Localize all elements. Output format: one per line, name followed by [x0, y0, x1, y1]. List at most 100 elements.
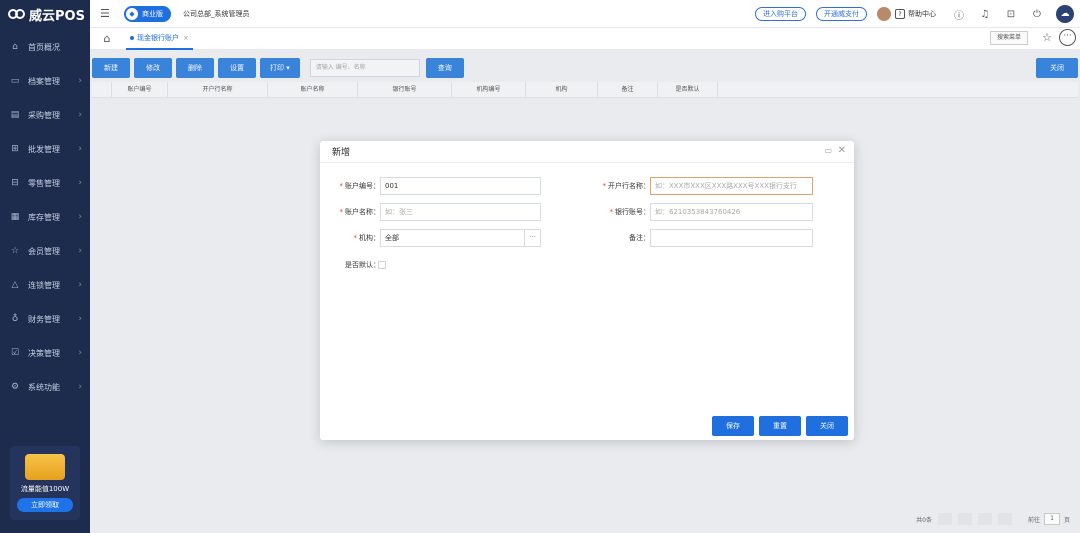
member-icon: ☆ [10, 246, 20, 256]
org-select-field[interactable]: 全部 ··· [380, 229, 541, 247]
menu-collapse-icon[interactable]: ☰ [100, 7, 114, 20]
sidebar-item-inventory[interactable]: ▦ 库存管理 › [0, 200, 90, 234]
logo-icon [8, 8, 26, 20]
sidebar-item-member[interactable]: ☆ 会员管理 › [0, 234, 90, 268]
chevron-right-icon: › [78, 76, 82, 86]
close-button[interactable]: 关闭 [806, 416, 848, 436]
chevron-right-icon: › [78, 212, 82, 222]
bank-name-field[interactable]: 如：XXX市XXX区XXX路XXX号XXX银行支行 [650, 177, 813, 195]
chevron-right-icon: › [78, 314, 82, 324]
chain-icon: △ [11, 280, 19, 290]
sidebar-item-system[interactable]: ⚙ 系统功能 › [0, 370, 90, 404]
home-tab-icon[interactable]: ⌂ [100, 32, 114, 45]
sidebar-item-label: 档案管理 [28, 76, 60, 86]
ellipsis-icon[interactable]: ··· [524, 230, 540, 246]
promo-card: 流量能值100W 立即领取 [10, 446, 80, 520]
diamond-icon: ◆ [126, 7, 138, 20]
bank-account-label: * 银行账号： [609, 208, 651, 216]
bank-account-field[interactable]: 如：6210353843760426 [650, 203, 813, 221]
tabs-bar: ⌂ 现金银行账户 × 搜索菜单 ☆ ··· [90, 28, 1080, 50]
inventory-icon: ▦ [10, 212, 20, 222]
retail-icon: ⊟ [11, 178, 19, 188]
coins-icon [25, 454, 65, 480]
remark-label: 备注： [629, 234, 650, 242]
chevron-right-icon: › [78, 110, 82, 120]
sidebar-item-label: 系统功能 [28, 382, 60, 392]
sidebar-item-label: 零售管理 [28, 178, 60, 188]
cart-icon: ▤ [10, 110, 20, 120]
sidebar-item-finance[interactable]: ♁ 财务管理 › [0, 302, 90, 336]
system-icon: ⚙ [10, 382, 20, 392]
finance-icon: ♁ [11, 314, 19, 324]
tab-label: 现金银行账户 [137, 33, 179, 42]
promo-text: 流量能值100W [20, 485, 70, 493]
sidebar-item-label: 首页概况 [28, 42, 60, 52]
app-logo[interactable]: 威云POS [0, 0, 90, 28]
edition-label: 商业版 [142, 9, 163, 18]
bell-icon[interactable]: ♫ [978, 9, 992, 20]
account-name-label: * 账户名称： [339, 208, 381, 216]
sidebar-item-retail[interactable]: ⊟ 零售管理 › [0, 166, 90, 200]
dialog-title: 新增 [332, 148, 351, 158]
power-icon[interactable]: ⏻ [1030, 9, 1044, 20]
help-center-link[interactable]: ? 帮助中心 [895, 9, 936, 19]
sidebar-item-decision[interactable]: ☑ 决策管理 › [0, 336, 90, 370]
edition-badge[interactable]: ◆ 商业版 [124, 5, 171, 22]
wholesale-icon: ⊞ [11, 144, 19, 154]
active-dot-icon [130, 35, 134, 40]
info-icon[interactable]: ⓘ [952, 7, 966, 22]
search-menu-input[interactable]: 搜索菜单 [990, 31, 1028, 45]
folder-icon: ▭ [10, 76, 20, 86]
add-account-dialog: 新增 ▭ ✕ * 账户编号： 001 * 开户行名称： 如：XXX市XXX区XXX路… [320, 141, 854, 440]
lock-icon[interactable]: ⊡ [1004, 9, 1018, 20]
reset-button[interactable]: 重置 [759, 416, 801, 436]
more-icon[interactable]: ··· [1059, 29, 1076, 46]
sidebar-item-label: 决策管理 [28, 348, 60, 358]
close-icon[interactable]: ✕ [838, 145, 846, 156]
help-icon: ? [895, 9, 905, 19]
company-user: 公司总部_系统管理员 [183, 9, 250, 18]
account-name-field[interactable]: 如：张三 [380, 203, 541, 221]
decision-icon: ☑ [10, 348, 20, 358]
sidebar-item-wholesale[interactable]: ⊞ 批发管理 › [0, 132, 90, 166]
top-bar: ☰ ◆ 商业版 公司总部_系统管理员 进入购平台 开通威支付 ? 帮助中心 ⓘ … [90, 0, 1080, 28]
sidebar-item-chain[interactable]: △ 连锁管理 › [0, 268, 90, 302]
chevron-right-icon: › [78, 348, 82, 358]
sidebar-item-label: 财务管理 [28, 314, 60, 324]
sidebar-item-label: 采购管理 [28, 110, 60, 120]
minimize-icon[interactable]: ▭ [824, 146, 832, 155]
account-no-field[interactable]: 001 [380, 177, 541, 195]
sidebar: 威云POS ⌂ 首页概况 ▭ 档案管理 › ▤ 采购管理 › ⊞ 批发管理 › ⊟ 零售管理 › … [0, 0, 90, 533]
sidebar-item-label: 会员管理 [28, 246, 60, 256]
app-name: 威云POS [29, 8, 85, 24]
sidebar-nav: ⌂ 首页概况 ▭ 档案管理 › ▤ 采购管理 › ⊞ 批发管理 › ⊟ 零售管理 › ▦ 库存管理 ›… [0, 30, 90, 404]
star-icon[interactable]: ☆ [1042, 31, 1052, 44]
sidebar-item-archive[interactable]: ▭ 档案管理 › [0, 64, 90, 98]
help-center-label: 帮助中心 [908, 10, 936, 18]
sidebar-item-home[interactable]: ⌂ 首页概况 [0, 30, 90, 64]
purchase-platform-button[interactable]: 进入购平台 [755, 7, 806, 21]
sidebar-item-purchase[interactable]: ▤ 采购管理 › [0, 98, 90, 132]
user-menu-icon[interactable]: ☁ [1056, 5, 1074, 23]
default-checkbox[interactable] [378, 261, 386, 269]
chevron-right-icon: › [78, 246, 82, 256]
dialog-header: 新增 ▭ ✕ [320, 141, 854, 163]
chevron-right-icon: › [78, 280, 82, 290]
default-label: 是否默认： [345, 261, 380, 269]
account-no-label: * 账户编号： [339, 182, 381, 190]
chevron-right-icon: › [78, 144, 82, 154]
close-tab-icon[interactable]: × [183, 34, 189, 42]
avatar[interactable] [877, 7, 891, 21]
home-icon: ⌂ [12, 42, 18, 52]
remark-field[interactable] [650, 229, 813, 247]
save-button[interactable]: 保存 [712, 416, 754, 436]
chevron-right-icon: › [78, 178, 82, 188]
chevron-right-icon: › [78, 382, 82, 392]
bank-name-label: * 开户行名称： [602, 182, 651, 190]
org-label: * 机构： [353, 234, 381, 242]
open-payment-button[interactable]: 开通威支付 [816, 7, 867, 21]
sidebar-item-label: 库存管理 [28, 212, 60, 222]
sidebar-item-label: 批发管理 [28, 144, 60, 154]
claim-button[interactable]: 立即领取 [17, 498, 73, 512]
tab-cash-bank-account[interactable]: 现金银行账户 × [126, 28, 193, 50]
